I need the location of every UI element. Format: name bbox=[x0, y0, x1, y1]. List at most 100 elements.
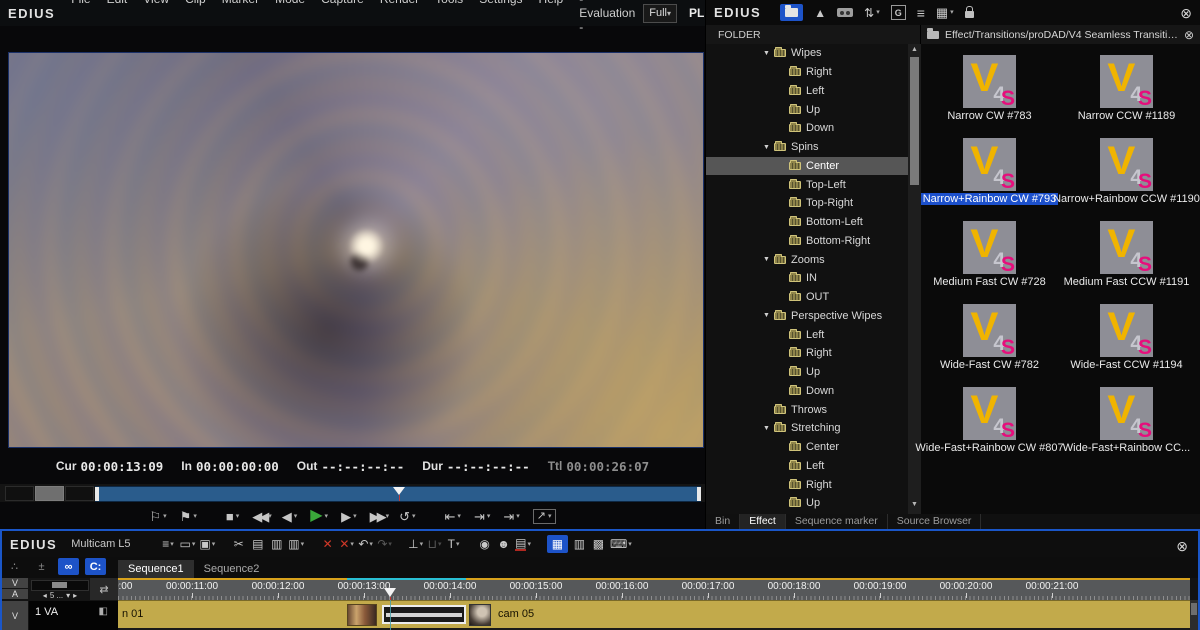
export-button[interactable]: ↗ ▾ bbox=[533, 509, 556, 524]
palette-tab[interactable]: Sequence marker bbox=[786, 514, 888, 529]
add-clip-icon[interactable] bbox=[837, 8, 853, 17]
effect-thumbnail[interactable]: V 4 S bbox=[1100, 304, 1153, 357]
timeline-vertical-scrollbar[interactable] bbox=[1190, 600, 1198, 630]
tree-expand-icon[interactable]: ▼ bbox=[763, 256, 774, 263]
tree-item[interactable]: ▼ Top-Right bbox=[706, 194, 908, 213]
spin-right-icon[interactable]: ▸ bbox=[73, 591, 77, 600]
video-mute-button[interactable]: V bbox=[2, 578, 28, 588]
effects-view-button[interactable]: ▩ ▾ bbox=[591, 535, 606, 553]
redo-button[interactable]: ↷ ▾ bbox=[377, 535, 392, 553]
scrollbar-thumb[interactable] bbox=[910, 57, 919, 185]
scrollbar-thumb[interactable] bbox=[1191, 603, 1197, 615]
tree-item[interactable]: ▼ Up bbox=[706, 494, 908, 513]
sort-button[interactable]: ⇅ ▾ bbox=[864, 7, 880, 19]
track-count-spinner[interactable]: ◂ 5 ... ▾ ▸ bbox=[30, 590, 90, 600]
tree-item[interactable]: ▼ OUT bbox=[706, 288, 908, 307]
tree-item[interactable]: ▼ Center bbox=[706, 438, 908, 457]
tree-item[interactable]: ▼ Right bbox=[706, 344, 908, 363]
position-bar[interactable] bbox=[95, 486, 701, 502]
tree-item[interactable]: ▼ Bottom-Right bbox=[706, 232, 908, 251]
transition-element[interactable] bbox=[382, 605, 466, 624]
tree-item[interactable]: ▼ Center bbox=[706, 157, 908, 176]
effect-item[interactable]: V 4 S Narrow CCW #1189 bbox=[1058, 55, 1195, 138]
tree-item[interactable]: ▼ Throws bbox=[706, 400, 908, 419]
recycle-bin-icon[interactable]: G bbox=[891, 5, 906, 20]
effect-item[interactable]: V 4 S Wide-Fast+Rainbow CW #807 bbox=[921, 387, 1058, 470]
effect-thumbnail[interactable]: V 4 S bbox=[1100, 138, 1153, 191]
effect-item[interactable]: V 4 S Wide-Fast+Rainbow CC... bbox=[1058, 387, 1195, 470]
effect-item[interactable]: V 4 S Medium Fast CW #728 bbox=[921, 221, 1058, 304]
palette-tab[interactable]: Source Browser bbox=[888, 514, 982, 529]
effect-thumbnail[interactable]: V 4 S bbox=[1100, 221, 1153, 274]
timeline-view-button[interactable]: ▦ ▾ bbox=[547, 535, 568, 553]
effect-thumbnail[interactable]: V 4 S bbox=[963, 304, 1016, 357]
set-out-marker-button[interactable]: ⚑ ▾ bbox=[180, 510, 197, 523]
menu-item[interactable]: Settings bbox=[471, 0, 530, 34]
loop-playback-button[interactable]: ↺ ▾ bbox=[399, 510, 415, 523]
keyboard-shortcuts-button[interactable]: ⌨ ▾ bbox=[610, 535, 632, 553]
prev-frame-button[interactable]: ◀ ▾ bbox=[282, 510, 298, 523]
tree-expand-icon[interactable]: ▼ bbox=[763, 144, 774, 151]
menu-item[interactable]: Mode bbox=[267, 0, 313, 34]
delete-button[interactable]: ✕ ▾ bbox=[320, 535, 335, 553]
effect-thumbnail[interactable]: V 4 S bbox=[963, 55, 1016, 108]
ripple-mode-icon[interactable]: ± bbox=[31, 558, 52, 575]
tree-item[interactable]: ▼ Right bbox=[706, 63, 908, 82]
ripple-delete-button[interactable]: ✕ ▾ bbox=[339, 535, 354, 553]
audio-mute-button[interactable]: A bbox=[2, 589, 28, 599]
tree-item[interactable]: ▼ Left bbox=[706, 82, 908, 101]
sequence-tab[interactable]: Sequence2 bbox=[194, 560, 270, 578]
track-label-cell[interactable]: 1 VA ◧ bbox=[29, 601, 118, 630]
insert-mode-icon[interactable]: C: bbox=[85, 558, 106, 575]
paste-button[interactable]: ▥ ▾ bbox=[269, 535, 284, 553]
menu-item[interactable]: Tools bbox=[427, 0, 471, 34]
menu-item[interactable]: Help bbox=[531, 0, 572, 34]
palette-tab[interactable]: Effect bbox=[740, 514, 786, 529]
paste-special-button[interactable]: ▥ ▾ bbox=[288, 535, 304, 553]
sequence-menu-button[interactable]: ≡ ▾ bbox=[161, 535, 176, 553]
menu-item[interactable]: Marker bbox=[214, 0, 267, 34]
effect-item[interactable]: V 4 S Narrow+Rainbow CCW #1190 bbox=[1058, 138, 1195, 221]
palette-tab[interactable]: Bin bbox=[706, 514, 740, 529]
effect-item[interactable]: V 4 S Narrow+Rainbow CW #793 bbox=[921, 138, 1058, 221]
tree-item[interactable]: ▼ Wipes bbox=[706, 44, 908, 63]
effect-thumbnail[interactable]: V 4 S bbox=[963, 387, 1016, 440]
tree-item[interactable]: ▼ Down bbox=[706, 119, 908, 138]
tree-item[interactable]: ▼ Down bbox=[706, 382, 908, 401]
tree-item[interactable]: ▼ Left bbox=[706, 457, 908, 476]
snap-mode-icon[interactable]: ∴ bbox=[4, 558, 25, 575]
menu-item[interactable]: Capture bbox=[313, 0, 372, 34]
slider-handle[interactable] bbox=[52, 582, 67, 588]
shuttle-right[interactable] bbox=[65, 486, 94, 501]
fast-forward-button[interactable]: ▶▶ ▾ bbox=[370, 510, 387, 523]
menu-item[interactable]: Render bbox=[372, 0, 427, 34]
swap-tracks-icon[interactable]: ⇄ bbox=[90, 578, 118, 600]
shuttle-handle[interactable] bbox=[35, 486, 64, 501]
goto-in-button[interactable]: ⇤ ▾ bbox=[445, 510, 461, 523]
tree-item[interactable]: ▼ Spins bbox=[706, 138, 908, 157]
tree-item[interactable]: ▼ Up bbox=[706, 100, 908, 119]
delete-parts-button[interactable]: ⊔ ▾ bbox=[427, 535, 442, 553]
stop-button[interactable]: ■ ▾ bbox=[226, 510, 239, 523]
tree-item[interactable]: ▼ Stretching bbox=[706, 419, 908, 438]
video-track-button[interactable]: V bbox=[2, 601, 28, 630]
preview-zoom-select[interactable]: Full ▾ bbox=[643, 4, 677, 23]
spin-left-icon[interactable]: ◂ bbox=[43, 591, 47, 600]
tree-expand-icon[interactable]: ▼ bbox=[763, 50, 774, 57]
capture-button[interactable]: ◉ ▾ bbox=[477, 535, 492, 553]
video-clip[interactable]: n 01 cam 05 bbox=[118, 600, 1190, 628]
tree-item[interactable]: ▼ Up bbox=[706, 363, 908, 382]
effect-item[interactable]: V 4 S Wide-Fast CCW #1194 bbox=[1058, 304, 1195, 387]
cut-button[interactable]: ✂ ▾ bbox=[231, 535, 246, 553]
effect-thumbnail[interactable]: V 4 S bbox=[963, 138, 1016, 191]
tree-item[interactable]: ▼ Perspective Wipes bbox=[706, 307, 908, 326]
effect-item[interactable]: V 4 S Medium Fast CCW #1191 bbox=[1058, 221, 1195, 304]
chevron-down-icon[interactable]: ▾ bbox=[66, 591, 70, 600]
copy-button[interactable]: ▤ ▾ bbox=[250, 535, 265, 553]
voice-over-button[interactable]: ☻ ▾ bbox=[496, 535, 511, 553]
open-project-button[interactable]: ▭ ▾ bbox=[180, 535, 196, 553]
create-title-button[interactable]: T ▾ bbox=[446, 535, 461, 553]
close-icon[interactable]: ⊗ bbox=[1176, 538, 1188, 555]
effect-thumbnail[interactable]: V 4 S bbox=[1100, 387, 1153, 440]
play-around-button[interactable]: ⇥ ▾ bbox=[503, 510, 519, 523]
